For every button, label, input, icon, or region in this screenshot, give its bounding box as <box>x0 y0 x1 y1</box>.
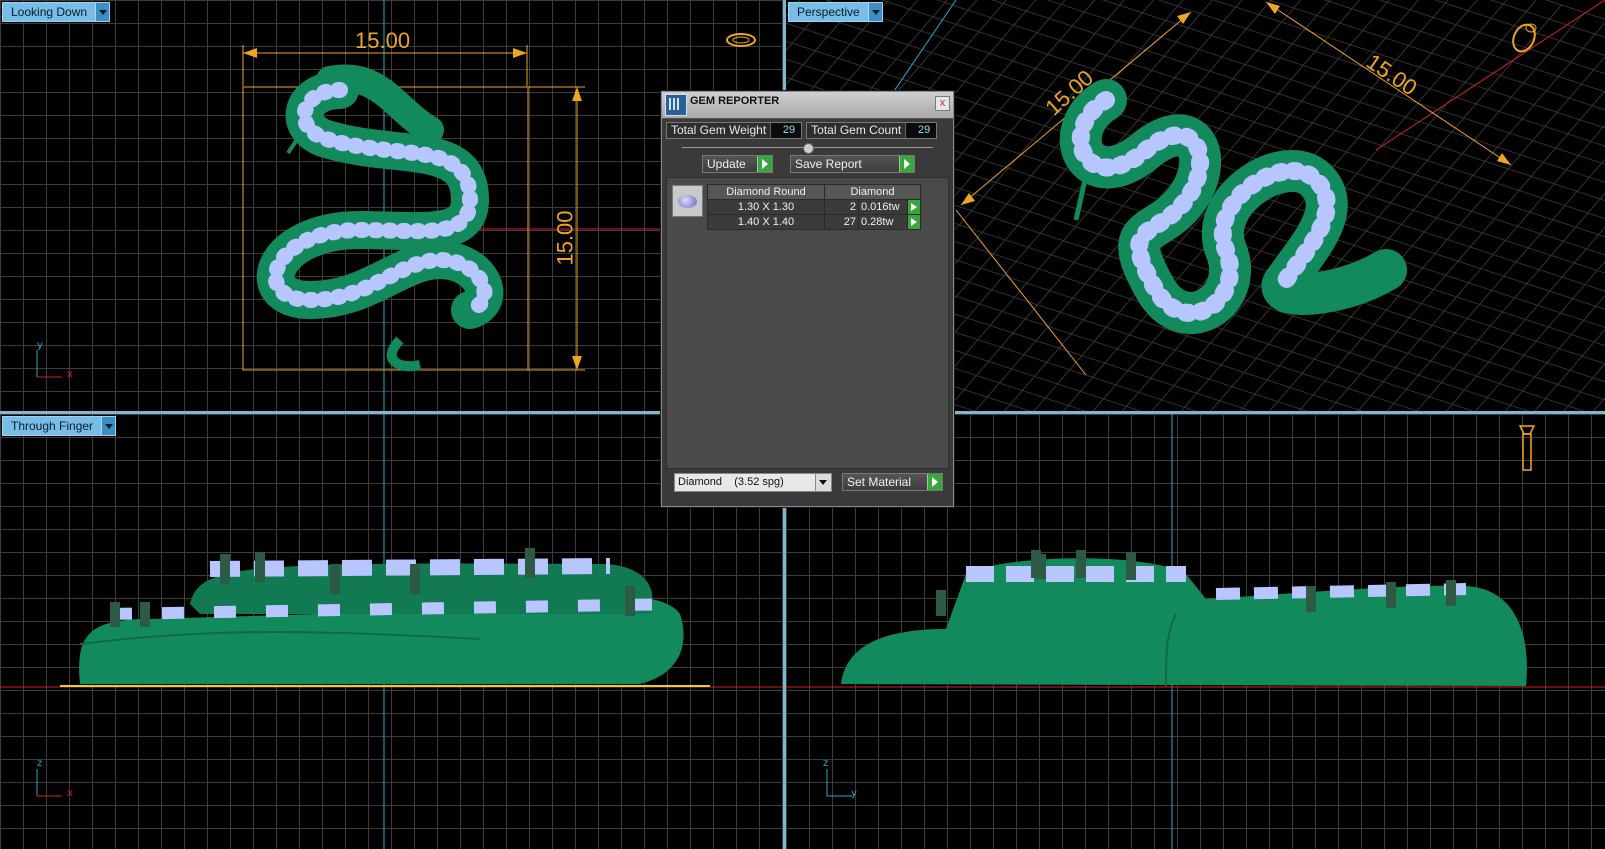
gem-reporter-dialog: GEM REPORTER x Total Gem Weight 29 Total… <box>661 91 954 507</box>
total-gem-weight-value: 29 <box>770 123 802 138</box>
gem-count: 2 <box>824 199 859 215</box>
viewport-tab-perspective[interactable]: Perspective <box>788 2 883 22</box>
totals-row: Total Gem Weight 29 Total Gem Count 29 <box>666 122 949 139</box>
table-header: Diamond Round Diamond <box>707 184 921 200</box>
collapse-handle[interactable] <box>803 143 814 154</box>
gem-list-panel: Diamond Round Diamond 1.30 X 1.30 2 0.01… <box>666 177 949 469</box>
table-row: 1.30 X 1.30 2 0.016tw <box>707 199 921 215</box>
close-icon[interactable]: x <box>935 96 950 111</box>
total-gem-weight-label: Total Gem Weight <box>671 123 767 137</box>
dialog-title: GEM REPORTER <box>690 95 780 107</box>
app-icon <box>665 94 687 116</box>
dropdown-arrow-icon[interactable] <box>867 3 882 21</box>
set-material-button-label: Set Material <box>847 475 912 489</box>
ring-top-view-icon <box>726 33 756 47</box>
gem-count: 27 <box>824 214 859 230</box>
gem-size: 1.30 X 1.30 <box>707 199 825 215</box>
dimension-label-vertical: 15.00 <box>552 210 578 266</box>
axis-label-b: x <box>67 369 73 380</box>
dropdown-arrow-icon[interactable] <box>101 417 116 435</box>
ring-side-view-icon <box>1518 425 1536 435</box>
gem-weight: 0.016tw <box>858 199 908 215</box>
dropdown-arrow-icon[interactable] <box>815 474 831 491</box>
viewport-tab-label: Looking Down <box>3 3 96 21</box>
axis-label-a: z <box>37 758 43 769</box>
header-material: Diamond <box>824 184 921 200</box>
total-gem-count: Total Gem Count 29 <box>806 122 938 139</box>
gem-round-icon[interactable] <box>672 185 703 217</box>
axis-label-a: y <box>37 340 43 351</box>
set-material-button[interactable]: Set Material <box>842 473 943 491</box>
header-shape: Diamond Round <box>707 184 825 200</box>
total-gem-weight: Total Gem Weight 29 <box>666 122 803 139</box>
gem-table: Diamond Round Diamond 1.30 X 1.30 2 0.01… <box>707 184 921 230</box>
viewport-tab-label: Perspective <box>789 3 868 21</box>
table-row: 1.40 X 1.40 27 0.28tw <box>707 214 921 230</box>
gem-weight: 0.28tw <box>858 214 908 230</box>
viewport-tab-through-finger[interactable]: Through Finger <box>2 416 117 436</box>
dimension-label-horizontal: 15.00 <box>355 28 411 53</box>
axis-label-a: z <box>823 758 829 769</box>
axis-label-b: y <box>851 788 857 799</box>
total-gem-count-label: Total Gem Count <box>811 123 902 137</box>
material-select-value: Diamond (3.52 spg) <box>678 476 784 488</box>
ring-perspective-icon <box>1512 23 1536 53</box>
green-play-icon[interactable] <box>907 199 921 215</box>
save-report-button-label: Save Report <box>795 157 862 171</box>
save-report-button[interactable]: Save Report <box>790 155 915 173</box>
viewport-tab-label: Through Finger <box>3 417 102 435</box>
green-play-icon[interactable] <box>907 214 921 230</box>
green-play-icon <box>899 156 914 172</box>
viewport-tab-looking-down[interactable]: Looking Down <box>2 2 111 22</box>
gem-size: 1.40 X 1.40 <box>707 214 825 230</box>
material-select[interactable]: Diamond (3.52 spg) <box>674 473 832 492</box>
green-play-icon <box>927 474 942 490</box>
dialog-titlebar[interactable]: GEM REPORTER x <box>662 92 953 119</box>
total-gem-count-value: 29 <box>905 123 937 138</box>
dropdown-arrow-icon[interactable] <box>95 3 110 21</box>
update-button[interactable]: Update <box>702 155 773 173</box>
green-play-icon <box>757 156 772 172</box>
axis-label-b: x <box>67 788 73 799</box>
update-button-label: Update <box>707 157 746 171</box>
